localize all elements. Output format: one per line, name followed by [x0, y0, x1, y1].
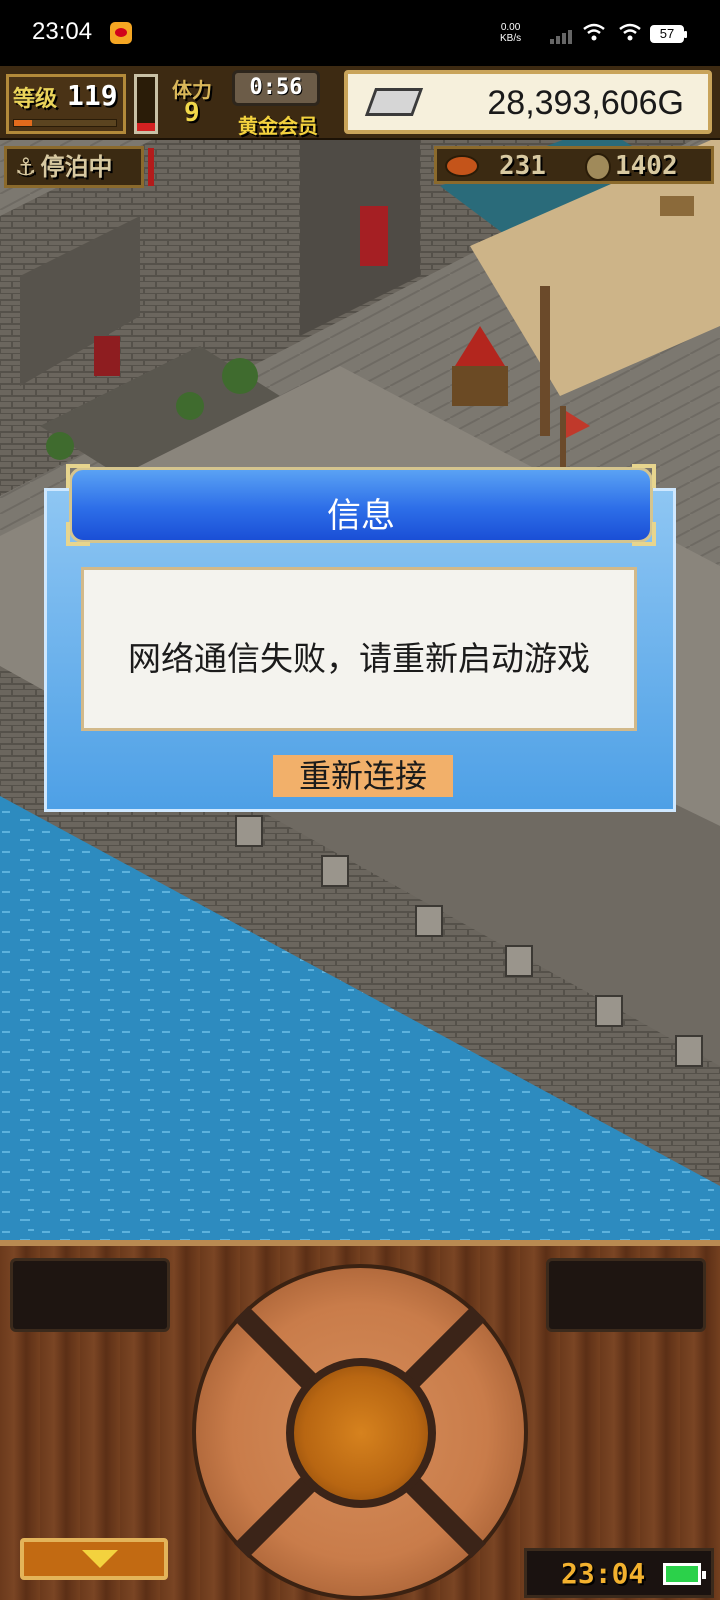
gold-value: 28,393,606G — [487, 84, 684, 122]
hud-secondary-row: ⚓ 停泊中 231 1402 — [0, 142, 720, 190]
right-soft-key[interactable] — [546, 1258, 706, 1332]
direction-pad[interactable] — [192, 1264, 528, 1600]
membership-badge[interactable]: 黄金会员 — [238, 110, 318, 139]
wifi-plus-icon — [583, 23, 605, 41]
battery-indicator: 57 — [650, 25, 687, 43]
info-dialog: 信息 网络通信失败，请重新启动游戏 重新连接 — [44, 464, 676, 812]
chevron-down-icon — [82, 1550, 118, 1568]
game-clock-time: 23:04 — [561, 1557, 646, 1590]
alert-strip — [148, 148, 154, 186]
silver-ingot-icon — [364, 88, 424, 116]
stamina-gauge-fill — [137, 122, 155, 131]
medal-coin-value: 1402 — [615, 151, 678, 181]
reconnect-button[interactable]: 重新连接 — [273, 755, 453, 797]
port-status-text: 停泊中 — [40, 153, 113, 181]
network-speed-unit: KB/s — [500, 33, 522, 44]
weibo-icon — [110, 22, 132, 44]
anchor-icon: ⚓ — [15, 153, 37, 181]
stamina-gauge — [134, 74, 158, 134]
menu-toggle-button[interactable] — [20, 1538, 168, 1580]
experience-bar — [13, 119, 117, 127]
resource-bar: 231 1402 — [434, 146, 714, 184]
stamina-value: 9 — [184, 98, 200, 128]
wifi-icon — [619, 23, 641, 41]
level-value: 119 — [67, 79, 118, 112]
dialog-message-box: 网络通信失败，请重新启动游戏 — [81, 567, 637, 731]
status-bar: 23:04 0.00 KB/s 57 — [0, 0, 720, 66]
gold-panel[interactable]: 28,393,606G — [344, 70, 712, 134]
corner-ornament-icon — [632, 464, 656, 488]
dialog-message: 网络通信失败，请重新启动游戏 — [128, 639, 590, 678]
game-clock: 23:04 — [524, 1548, 714, 1598]
level-panel[interactable]: 等级 119 — [6, 74, 126, 134]
dialog-titlebar: 信息 — [66, 464, 656, 546]
dpad-center-button[interactable] — [286, 1358, 436, 1508]
status-bar-time: 23:04 — [32, 18, 93, 45]
food-value: 231 — [499, 151, 546, 181]
stamina-timer: 0:56 — [232, 70, 320, 106]
experience-bar-fill — [14, 120, 33, 126]
network-speed-value: 0.00 — [500, 22, 521, 33]
cellular-signal-icon — [550, 28, 574, 44]
food-icon — [445, 155, 479, 177]
controller-panel: 23:04 — [0, 1240, 720, 1600]
medal-coin-icon — [585, 153, 611, 181]
left-soft-key[interactable] — [10, 1258, 170, 1332]
level-label: 等级 — [13, 87, 58, 112]
corner-ornament-icon — [66, 464, 90, 488]
game-screen: 23:04 0.00 KB/s 57 等级 119 体力 9 0:56 黄金会员… — [0, 0, 720, 1600]
top-hud: 等级 119 体力 9 0:56 黄金会员 28,393,606G — [0, 66, 720, 140]
dialog-title: 信息 — [327, 496, 395, 536]
network-speed: 0.00 KB/s — [500, 22, 521, 44]
battery-icon — [663, 1563, 706, 1585]
port-status-badge[interactable]: ⚓ 停泊中 — [4, 146, 144, 188]
